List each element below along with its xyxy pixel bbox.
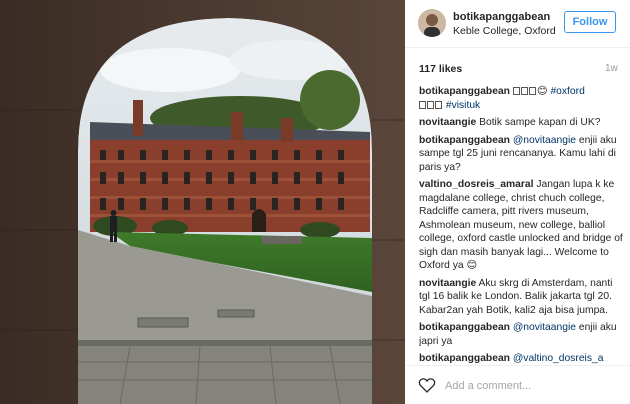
username-link[interactable]: botikapanggabean — [453, 11, 550, 23]
post-details-panel: botikapanggabean Keble College, Oxford F… — [405, 0, 630, 404]
comment-author[interactable]: botikapanggabean — [419, 86, 510, 97]
comment-text: Jangan lupa k ke magdalane college, chri… — [419, 179, 623, 271]
list-item: novitaangie Botik sampe kapan di UK? — [419, 116, 623, 130]
mention-link[interactable]: @valtino_dosreis_a — [513, 353, 604, 364]
list-item: botikapanggabean @novitaangie enjii aku … — [419, 321, 623, 348]
mention-link[interactable]: @novitaangie — [513, 135, 576, 146]
caption: botikapanggabean 😊 #oxford #visituk — [419, 85, 623, 112]
add-comment-input[interactable] — [445, 378, 615, 394]
list-item: botikapanggabean @valtino_dosreis_a — [419, 352, 623, 366]
comment-text: Botik sampe kapan di UK? — [479, 117, 601, 128]
hashtag-link[interactable]: #oxford — [550, 86, 584, 97]
post-time[interactable]: 1w — [605, 63, 618, 74]
emoji-squares — [419, 100, 443, 111]
avatar[interactable] — [418, 9, 446, 37]
post-footer — [405, 365, 630, 404]
comments-scrollbar[interactable] — [623, 84, 628, 364]
comment-author[interactable]: botikapanggabean — [419, 322, 510, 333]
photo-keble-college — [0, 0, 405, 404]
smile-emoji: 😊 — [536, 86, 548, 97]
likes-count[interactable]: 117 likes — [419, 63, 462, 75]
comment-author[interactable]: novitaangie — [419, 117, 476, 128]
avatar-image — [418, 9, 446, 37]
list-item: valtino_dosreis_amaral Jangan lupa k ke … — [419, 178, 623, 273]
emoji-squares — [512, 86, 537, 97]
post-photo[interactable] — [0, 0, 405, 404]
comments-list: botikapanggabean 😊 #oxford #visituk novi… — [419, 85, 623, 368]
heart-icon[interactable] — [418, 377, 436, 393]
follow-button[interactable]: Follow — [564, 11, 616, 33]
comment-author[interactable]: novitaangie — [419, 278, 476, 289]
post-header: botikapanggabean Keble College, Oxford F… — [405, 0, 630, 48]
mention-link[interactable]: @novitaangie — [513, 322, 576, 333]
list-item: novitaangie Aku skrg di Amsterdam, nanti… — [419, 277, 623, 318]
comment-author[interactable]: valtino_dosreis_amaral — [419, 179, 533, 190]
comment-author[interactable]: botikapanggabean — [419, 135, 510, 146]
comment-author[interactable]: botikapanggabean — [419, 353, 510, 364]
list-item: botikapanggabean @novitaangie enjii aku … — [419, 134, 623, 175]
hashtag-link[interactable]: #visituk — [446, 100, 480, 111]
location-link[interactable]: Keble College, Oxford — [453, 25, 556, 37]
